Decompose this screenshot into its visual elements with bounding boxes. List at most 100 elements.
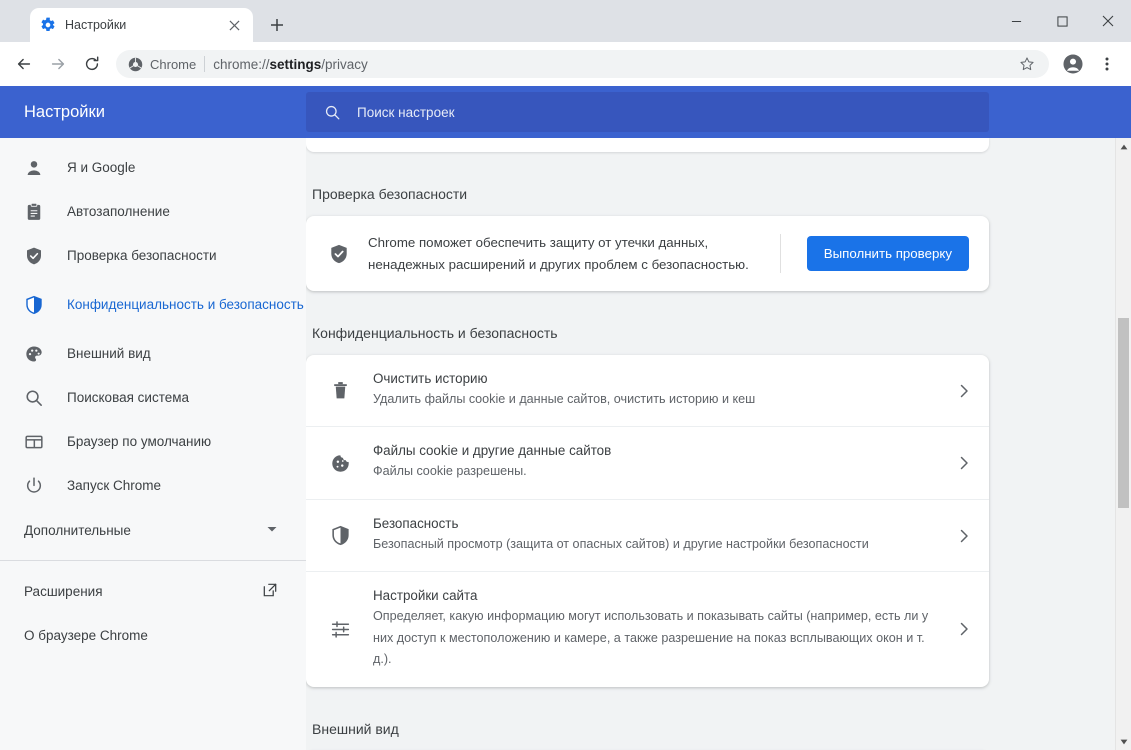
power-icon [26,477,42,493]
privacy-row-security[interactable]: Безопасность Безопасный просмотр (защита… [306,500,989,573]
sidebar-item-label: Дополнительные [24,522,131,538]
close-tab-icon[interactable] [225,16,243,34]
search-icon [26,390,42,406]
page-title: Настройки [24,102,105,121]
tab-title: Настройки [65,18,127,32]
privacy-row-clear-browsing-data[interactable]: Очистить историю Удалить файлы cookie и … [306,355,989,428]
three-dot-menu-icon[interactable] [1091,48,1123,80]
star-icon[interactable] [1011,48,1043,80]
browser-toolbar: Chrome chrome://settings/privacy [0,42,1131,86]
sidebar-item-about-chrome[interactable]: О браузере Chrome [0,613,306,657]
sidebar-item-privacy-and-security[interactable]: Конфиденциальность и безопасность [0,278,306,332]
person-icon [27,161,41,175]
chrome-icon [128,57,143,71]
back-icon[interactable] [8,48,40,80]
sidebar-item-chrome-startup[interactable]: Запуск Chrome [0,464,306,508]
sidebar-item-search-engine[interactable]: Поисковая система [0,376,306,420]
shield-check-icon [331,244,347,263]
chevron-right-icon [951,384,969,398]
sidebar-item-label: О браузере Chrome [24,627,148,643]
row-subtitle: Безопасный просмотр (защита от опасных с… [373,536,869,551]
page-scrollbar[interactable] [1115,138,1131,750]
browser-window-icon [25,435,43,449]
profile-avatar-icon[interactable] [1057,48,1089,80]
sidebar-item-label: Поисковая система [67,389,190,405]
settings-header: Настройки Поиск настроек [0,86,1131,138]
sidebar-item-autofill[interactable]: Автозаполнение [0,190,306,234]
address-bar[interactable]: Chrome chrome://settings/privacy [116,50,1049,78]
safety-check-line-2: ненадежных расширений и других проблем с… [368,256,749,272]
browser-tab[interactable]: Настройки [30,8,253,42]
settings-sidebar: Я и Google Автозаполнение Проверка безоп… [0,138,306,750]
shield-half-icon [26,295,42,315]
close-icon[interactable] [1085,0,1131,42]
window-controls [993,0,1131,42]
search-input[interactable]: Поиск настроек [306,92,989,132]
sidebar-item-extensions[interactable]: Расширения [0,569,306,613]
reload-icon[interactable] [76,48,108,80]
palette-icon [26,346,42,362]
run-safety-check-button[interactable]: Выполнить проверку [806,236,969,272]
sidebar-item-label: Расширения [24,583,103,599]
settings-page: Настройки Поиск настроек Я и Google Авто… [0,86,1131,750]
shield-icon [332,525,349,546]
sidebar-item-label: Конфиденциальность и безопасность [67,296,304,312]
row-content: Настройки сайта Определяет, какую информ… [373,588,929,670]
scroll-down-icon[interactable] [1116,733,1131,750]
settings-gear-icon [41,17,55,31]
sidebar-divider [0,560,306,561]
safety-check-line-1: Chrome поможет обеспечить защиту от утеч… [368,235,709,250]
maximize-icon[interactable] [1039,0,1085,42]
url-prefix: chrome:// [213,56,270,72]
search-placeholder: Поиск настроек [357,104,455,120]
search-icon [325,105,340,119]
scrollbar-thumb[interactable] [1118,318,1129,508]
omnibox-chip-label: Chrome [150,56,197,72]
scroll-up-icon[interactable] [1116,138,1131,155]
settings-body: Я и Google Автозаполнение Проверка безоп… [0,138,1131,750]
sidebar-item-label: Браузер по умолчанию [67,433,212,449]
minimize-icon[interactable] [993,0,1039,42]
chevron-right-icon [951,622,969,636]
sidebar-item-label: Проверка безопасности [67,247,217,263]
shield-check-icon [27,247,41,265]
safety-check-card: Chrome поможет обеспечить защиту от утеч… [306,216,989,292]
safety-check-row: Chrome поможет обеспечить защиту от утеч… [306,216,989,291]
external-link-icon [262,582,278,601]
sliders-icon [331,621,350,638]
sidebar-item-label: Запуск Chrome [67,477,161,493]
sidebar-item-safety-check[interactable]: Проверка безопасности [0,234,306,278]
row-subtitle: Определяет, какую информацию могут испол… [373,609,929,667]
safety-check-description: Chrome поможет обеспечить защиту от утеч… [368,232,762,275]
toolbar-right [1057,48,1123,80]
omnibox-url[interactable]: chrome://settings/privacy [213,57,1003,72]
settings-content: Проверка безопасности Chrome поможет обе… [306,138,1131,750]
privacy-row-cookies[interactable]: Файлы cookie и другие данные сайтов Файл… [306,427,989,500]
omnibox-chip: Chrome [128,57,196,72]
section-title-privacy: Конфиденциальность и безопасность [312,325,558,342]
row-subtitle: Удалить файлы cookie и данные сайтов, оч… [373,392,756,407]
row-content: Очистить историю Удалить файлы cookie и … [373,371,929,410]
content-scroll-region: Проверка безопасности Chrome поможет обе… [306,138,1131,750]
row-subtitle: Файлы cookie разрешены. [373,464,527,479]
sidebar-item-appearance[interactable]: Внешний вид [0,332,306,376]
sidebar-item-you-and-google[interactable]: Я и Google [0,146,306,190]
sidebar-item-default-browser[interactable]: Браузер по умолчанию [0,420,306,464]
url-suffix: /privacy [321,56,368,72]
forward-icon[interactable] [42,48,74,80]
omnibox-separator [204,56,206,72]
privacy-row-site-settings[interactable]: Настройки сайта Определяет, какую информ… [306,572,989,686]
tab-strip: Настройки [0,0,1131,42]
sidebar-item-label: Внешний вид [67,345,151,361]
clipboard-icon [27,202,41,220]
sidebar-item-label: Автозаполнение [67,203,170,219]
trash-icon [334,382,347,399]
partial-card-above [306,138,989,152]
sidebar-item-advanced[interactable]: Дополнительные [0,508,306,552]
divider [779,234,781,274]
chevron-right-icon [951,529,969,543]
row-title: Безопасность [373,515,459,531]
section-title-appearance: Внешний вид [312,720,399,737]
browser-window: Настройки Chrome chrome://settings/priva… [0,0,1131,750]
new-tab-icon[interactable] [263,11,291,39]
